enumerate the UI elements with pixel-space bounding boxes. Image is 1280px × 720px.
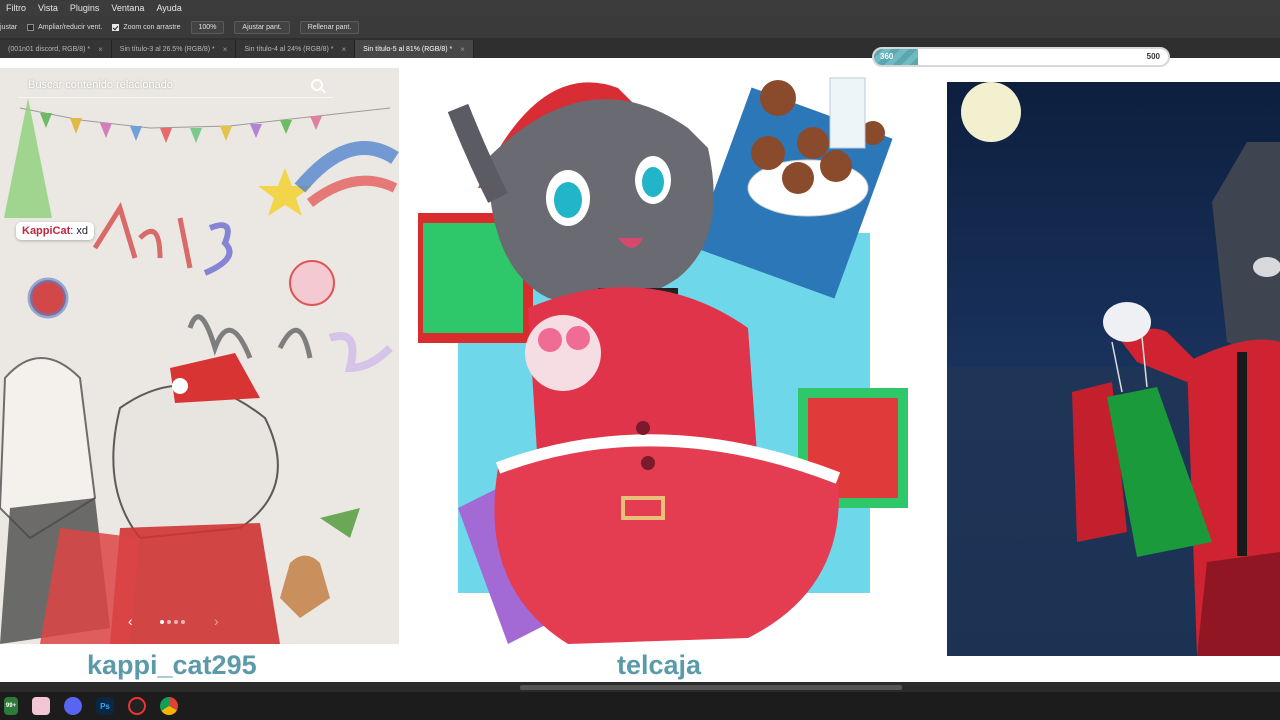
photoshop-label: Ps xyxy=(100,701,110,711)
zoom-100-button[interactable]: 100% xyxy=(190,20,225,34)
carousel-dot[interactable] xyxy=(160,620,164,624)
carousel-next-icon[interactable]: › xyxy=(214,613,219,629)
carousel-dots xyxy=(160,620,185,624)
menu-filter[interactable]: Filtro xyxy=(0,3,32,13)
canvas-area: Buscar contenido relacionado KappiCat: x… xyxy=(0,58,1280,682)
tab-untitled-5[interactable]: Sin título-5 al 81% (RGB/8) * × xyxy=(355,40,474,58)
card-username-middle[interactable]: telcaja xyxy=(617,650,701,681)
close-icon[interactable]: × xyxy=(223,45,228,54)
image-viewer-icon[interactable] xyxy=(32,697,50,715)
followers-label: SEGUIDORES xyxy=(991,52,1051,61)
artwork-card-left[interactable]: Buscar contenido relacionado KappiCat: x… xyxy=(0,68,399,644)
followers-max: 500 xyxy=(1146,52,1160,61)
scrubby-zoom-label: Zoom con arrastre xyxy=(123,23,181,31)
carousel-dot[interactable] xyxy=(181,620,185,624)
notification-count: 99+ xyxy=(5,703,17,709)
menu-window[interactable]: Ventana xyxy=(105,3,150,13)
chrome-icon[interactable] xyxy=(160,697,178,715)
taskbar: 99+ Ps xyxy=(0,692,1280,720)
tab-label: Sin título-5 al 81% (RGB/8) * xyxy=(363,45,453,53)
tab-label: Sin título-3 al 26.5% (RGB/8) * xyxy=(119,45,215,53)
menu-view[interactable]: Vista xyxy=(32,3,64,13)
crayon-drawing-image xyxy=(0,68,399,644)
discord-icon[interactable] xyxy=(64,697,82,715)
tab-discord[interactable]: (001n01 discord, RGB/8) * × xyxy=(0,40,112,58)
zoom-resize-label: Ampliar/reducir vent. xyxy=(38,23,103,31)
notification-badge-icon[interactable]: 99+ xyxy=(4,697,18,715)
tab-untitled-4[interactable]: Sin título-4 al 24% (RGB/8) * × xyxy=(236,40,356,58)
close-icon[interactable]: × xyxy=(460,45,465,54)
card-username-left[interactable]: kappi_cat295 xyxy=(87,650,257,681)
artwork-card-middle[interactable] xyxy=(418,68,908,644)
scrubby-zoom-option[interactable]: Zoom con arrastre xyxy=(112,23,181,31)
options-bar: justar Ampliar/reducir vent. Zoom con ar… xyxy=(0,16,1280,38)
zoom-resize-option[interactable]: Ampliar/reducir vent. xyxy=(27,23,103,31)
night-scene-image xyxy=(947,82,1280,656)
menu-plugins[interactable]: Plugins xyxy=(64,3,106,13)
search-input[interactable]: Buscar contenido relacionado xyxy=(28,79,173,91)
tab-untitled-3[interactable]: Sin título-3 al 26.5% (RGB/8) * × xyxy=(111,40,237,58)
menu-bar: Filtro Vista Plugins Ventana Ayuda xyxy=(0,0,1280,16)
obs-icon[interactable] xyxy=(128,697,146,715)
scrollbar-thumb[interactable] xyxy=(520,685,902,690)
close-icon[interactable]: × xyxy=(341,45,346,54)
photoshop-icon[interactable]: Ps xyxy=(96,697,114,715)
followers-progress-bar: 360 SEGUIDORES 500 xyxy=(872,47,1170,67)
carousel-dot[interactable] xyxy=(174,620,178,624)
artwork-card-right[interactable] xyxy=(947,82,1280,656)
tab-label: Sin título-4 al 24% (RGB/8) * xyxy=(244,45,334,53)
chat-text: : xd xyxy=(70,225,89,237)
fill-screen-button[interactable]: Rellenar pant. xyxy=(299,20,360,34)
search-icon[interactable] xyxy=(311,78,323,91)
chat-message: KappiCat: xd xyxy=(16,222,95,240)
adjust-label: justar xyxy=(0,23,18,31)
tab-label: (001n01 discord, RGB/8) * xyxy=(8,45,91,53)
search-bar[interactable]: Buscar contenido relacionado xyxy=(18,72,333,98)
close-icon[interactable]: × xyxy=(98,45,103,54)
horizontal-scrollbar[interactable] xyxy=(0,682,1280,692)
menu-help[interactable]: Ayuda xyxy=(150,3,187,13)
carousel-dot[interactable] xyxy=(167,620,171,624)
zoom-resize-checkbox[interactable] xyxy=(27,23,35,31)
santa-cat-illustration-image xyxy=(418,68,908,644)
chat-username: KappiCat xyxy=(22,225,71,237)
fit-screen-button[interactable]: Ajustar pant. xyxy=(234,20,290,34)
carousel-prev-icon[interactable]: ‹ xyxy=(128,613,133,629)
scrubby-zoom-checkbox[interactable] xyxy=(112,23,120,31)
